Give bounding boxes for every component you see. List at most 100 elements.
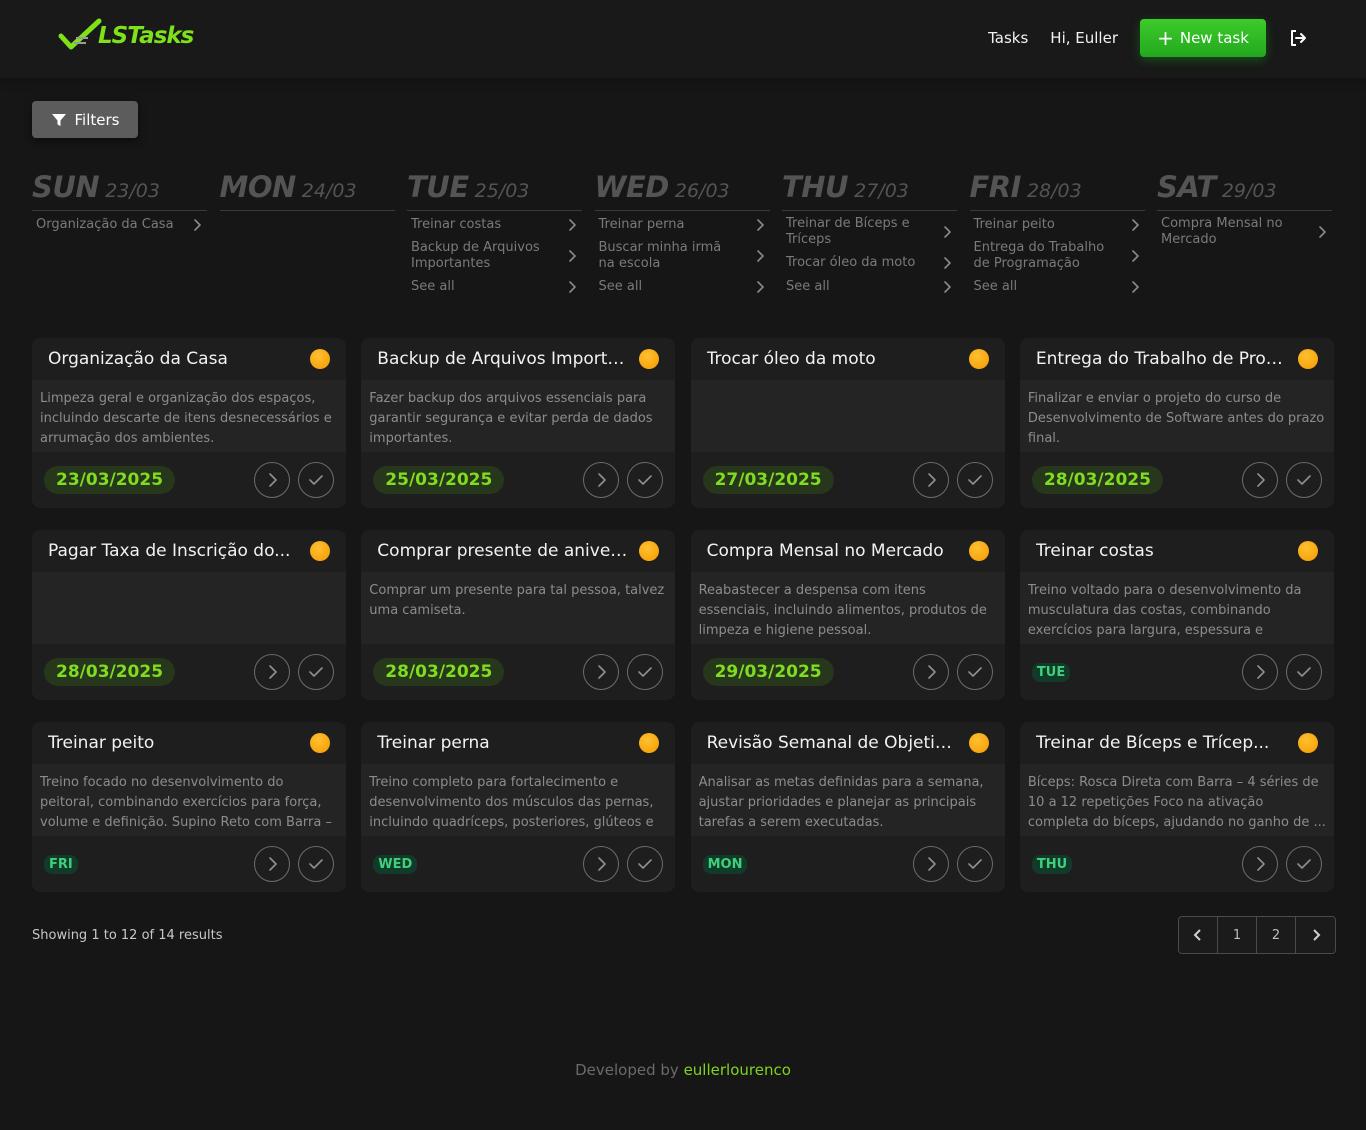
due-date-badge: 29/03/2025	[702, 658, 834, 686]
day-task-item[interactable]: Organização da Casa	[32, 216, 207, 234]
nav-tasks-link[interactable]: Tasks	[988, 29, 1028, 47]
task-actions	[246, 462, 334, 498]
task-card[interactable]: Treinar de Bíceps e Trícep... Bíceps: Ros…	[1019, 722, 1334, 892]
complete-task-button[interactable]	[627, 462, 664, 498]
task-actions	[1234, 462, 1322, 498]
open-task-button[interactable]	[912, 654, 949, 690]
task-card[interactable]: Trocar óleo da moto 27/03/2025	[690, 338, 1005, 508]
day-task-label: Trocar óleo da moto	[786, 255, 916, 270]
see-all-link[interactable]: See all	[782, 278, 957, 296]
task-description: Reabastecer a despensa com itens essenci…	[698, 583, 987, 638]
complete-task-button[interactable]	[627, 654, 664, 690]
task-card-header: Treinar perna	[361, 722, 675, 764]
task-title: Entrega do Trabalho de Progr...	[1035, 349, 1288, 369]
task-title: Treinar peito	[48, 733, 155, 753]
task-card[interactable]: Treinar costas Treino voltado para o dese…	[1019, 530, 1334, 700]
check-icon	[638, 859, 653, 869]
task-actions	[905, 846, 993, 882]
open-task-button[interactable]	[583, 654, 620, 690]
open-task-button[interactable]	[1241, 462, 1278, 498]
complete-task-button[interactable]	[1285, 462, 1322, 498]
task-card[interactable]: Treinar perna Treino completo para fortal…	[361, 722, 676, 892]
complete-task-button[interactable]	[1285, 846, 1322, 882]
open-task-button[interactable]	[583, 846, 620, 882]
open-task-button[interactable]	[254, 462, 290, 498]
complete-task-button[interactable]	[298, 654, 334, 690]
task-card[interactable]: Pagar Taxa de Inscrição do... 28/03/2025	[32, 530, 346, 700]
open-task-button[interactable]	[1241, 846, 1278, 882]
chevron-right-icon	[569, 219, 576, 231]
page-button-2[interactable]: 2	[1257, 917, 1296, 953]
task-card-body: Treino focado no desenvolvimento do peit…	[32, 764, 346, 836]
page-button-1[interactable]: 1	[1218, 917, 1257, 953]
open-task-button[interactable]	[583, 462, 620, 498]
footer: Developed by eullerlourenco	[0, 1061, 1366, 1079]
new-task-button[interactable]: + New task	[1140, 19, 1266, 57]
complete-task-button[interactable]	[1285, 654, 1322, 690]
complete-task-button[interactable]	[956, 654, 993, 690]
task-card[interactable]: Revisão Semanal de Objetivo... Analisar a…	[690, 722, 1005, 892]
chevron-right-icon	[1131, 281, 1139, 293]
task-card[interactable]: Entrega do Trabalho de Progr... Finalizar…	[1019, 338, 1334, 508]
task-card-header: Trocar óleo da moto	[691, 338, 1005, 380]
complete-task-button[interactable]	[627, 846, 664, 882]
task-card[interactable]: Treinar peito Treino focado no desenvolvi…	[32, 722, 346, 892]
open-task-button[interactable]	[1241, 654, 1278, 690]
brand-logo[interactable]: LSTasks	[58, 18, 194, 54]
day-task-item[interactable]: Treinar costas	[407, 216, 582, 234]
day-name: FRI	[969, 170, 1022, 204]
logout-icon[interactable]	[1288, 28, 1308, 48]
pagination: 1 2	[1178, 916, 1336, 954]
task-card-footer: 28/03/2025	[32, 644, 346, 700]
day-header: MON 24/03	[219, 168, 395, 211]
chevron-right-icon	[569, 250, 576, 262]
task-card[interactable]: Organização da Casa Limpeza geral e organ…	[32, 338, 346, 508]
checkmark-logo-icon	[58, 18, 102, 50]
day-column: MON 24/03	[219, 168, 395, 302]
day-task-item[interactable]: Treinar perna	[595, 216, 770, 234]
see-all-link[interactable]: See all	[407, 278, 582, 296]
task-card[interactable]: Comprar presente de anivesá... Comprar um…	[361, 530, 676, 700]
prev-page-button[interactable]	[1179, 917, 1218, 953]
task-description	[699, 389, 997, 449]
check-icon	[309, 667, 323, 677]
day-date: 28/03	[1026, 180, 1082, 202]
open-task-button[interactable]	[254, 846, 290, 882]
complete-task-button[interactable]	[956, 462, 993, 498]
task-title: Comprar presente de anivesá...	[377, 541, 630, 561]
author-link[interactable]: eullerlourenco	[684, 1061, 791, 1079]
see-all-link[interactable]: See all	[595, 278, 770, 296]
day-task-item[interactable]: Treinar peito	[970, 216, 1145, 234]
priority-indicator	[639, 541, 660, 561]
open-task-button[interactable]	[912, 462, 949, 498]
priority-indicator	[639, 733, 660, 753]
day-task-item[interactable]: Compra Mensal no Mercado	[1157, 216, 1332, 248]
chevron-right-icon	[598, 665, 607, 679]
next-page-button[interactable]	[1296, 917, 1335, 953]
complete-task-button[interactable]	[956, 846, 993, 882]
see-all-link[interactable]: See all	[970, 278, 1145, 296]
task-card[interactable]: Backup de Arquivos Important... Fazer bac…	[361, 338, 676, 508]
day-task-item[interactable]: Entrega do Trabalho de Programação	[970, 240, 1145, 272]
complete-task-button[interactable]	[298, 846, 334, 882]
day-task-item[interactable]: Backup de Arquivos Importantes	[407, 240, 582, 272]
chevron-right-icon	[1257, 857, 1265, 871]
open-task-button[interactable]	[254, 654, 290, 690]
task-description: Treino voltado para o desenvolvimento da…	[1027, 583, 1302, 638]
day-task-item[interactable]: Buscar minha irmã na escola	[595, 240, 770, 272]
day-date: 25/03	[474, 180, 530, 202]
filters-button[interactable]: Filters	[32, 101, 138, 138]
day-name: SUN	[32, 170, 100, 204]
user-greeting[interactable]: Hi, Euller	[1050, 29, 1118, 47]
complete-task-button[interactable]	[298, 462, 334, 498]
day-task-label: Treinar peito	[973, 217, 1055, 232]
task-actions	[575, 462, 664, 498]
open-task-button[interactable]	[912, 846, 949, 882]
task-card-footer: MON	[691, 836, 1005, 892]
task-card[interactable]: Compra Mensal no Mercado Reabastecer a de…	[690, 530, 1005, 700]
day-task-item[interactable]: Treinar de Bíceps e Tríceps	[782, 216, 957, 248]
day-name: TUE	[407, 170, 469, 204]
task-actions	[575, 654, 664, 690]
day-task-item[interactable]: Trocar óleo da moto	[782, 254, 957, 272]
day-task-label: Treinar costas	[411, 217, 502, 232]
